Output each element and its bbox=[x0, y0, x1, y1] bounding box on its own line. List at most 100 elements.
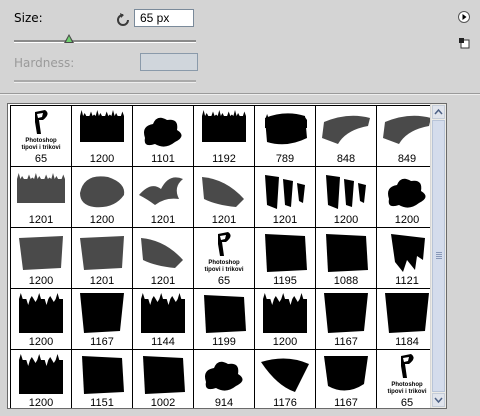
brush-size-label: 1167 bbox=[334, 336, 358, 348]
brush-size-label: 1101 bbox=[151, 153, 175, 165]
brush-size-label: 1184 bbox=[395, 336, 419, 348]
brush-preset[interactable]: 1101 bbox=[132, 105, 194, 167]
brush-preset[interactable]: 1201 bbox=[254, 166, 316, 228]
brush-preset[interactable]: 914 bbox=[193, 349, 255, 409]
brush-preset[interactable]: Photoshop tipovi i trikovi 65 bbox=[10, 105, 72, 167]
brush-size-label: 789 bbox=[275, 153, 295, 165]
brush-size-label: 914 bbox=[214, 397, 234, 409]
brush-preset[interactable]: 1201 bbox=[193, 166, 255, 228]
brush-size-label: 1192 bbox=[212, 153, 236, 165]
brush-size-label: 848 bbox=[336, 153, 356, 165]
brush-preset[interactable]: 848 bbox=[315, 105, 377, 167]
brush-thumbnail bbox=[74, 291, 130, 335]
brush-preset[interactable]: 1200 bbox=[10, 288, 72, 350]
brush-thumbnail bbox=[196, 291, 252, 335]
brush-preset[interactable]: 1167 bbox=[71, 288, 133, 350]
brush-thumbnail bbox=[13, 291, 69, 335]
brush-size-label: 1200 bbox=[333, 214, 359, 226]
scroll-down-button[interactable] bbox=[432, 393, 445, 407]
new-preset-icon[interactable] bbox=[458, 37, 470, 49]
brush-thumbnail bbox=[379, 108, 435, 152]
brush-thumbnail bbox=[379, 230, 435, 274]
brush-size-label: 1201 bbox=[150, 214, 176, 226]
brush-preset[interactable]: 1200 bbox=[376, 166, 438, 228]
brush-preset-picker[interactable]: Photoshop tipovi i trikovi 65 1200 1101 1192 7… bbox=[7, 103, 447, 409]
size-input[interactable]: 65 px bbox=[134, 9, 194, 27]
logo-text: tipovi i trikovi bbox=[204, 267, 244, 273]
brush-thumbnail bbox=[379, 169, 435, 213]
hardness-label: Hardness: bbox=[14, 56, 75, 70]
brush-preset[interactable]: 1192 bbox=[193, 105, 255, 167]
brush-size-label: 1176 bbox=[273, 397, 297, 409]
scrollbar[interactable] bbox=[430, 104, 446, 408]
brush-preset[interactable]: 1002 bbox=[132, 349, 194, 408]
brush-preset[interactable]: 1201 bbox=[10, 166, 72, 228]
brush-preset[interactable]: 1200 bbox=[315, 166, 377, 228]
brush-grid: Photoshop tipovi i trikovi 65 1200 1101 1192 7… bbox=[10, 105, 438, 409]
brush-preset[interactable]: 1200 bbox=[71, 166, 133, 228]
brush-preset[interactable]: 1195 bbox=[254, 227, 316, 289]
photoshop-logo: Photoshop tipovi i trikovi bbox=[13, 108, 69, 152]
brush-preset[interactable]: 1201 bbox=[71, 227, 133, 289]
hardness-input bbox=[140, 53, 198, 71]
brush-preset[interactable]: 789 bbox=[254, 105, 316, 167]
brush-thumbnail bbox=[13, 169, 69, 213]
brush-thumbnail bbox=[135, 352, 191, 396]
brush-thumbnail bbox=[13, 230, 69, 274]
brush-thumbnail bbox=[196, 169, 252, 213]
brush-preset[interactable]: 1167 bbox=[315, 349, 377, 408]
brush-thumbnail bbox=[318, 352, 374, 396]
brush-size-label: 1201 bbox=[28, 214, 54, 226]
brush-preset[interactable]: 1144 bbox=[132, 288, 194, 350]
brush-preset[interactable]: 1200 bbox=[10, 227, 72, 289]
brush-preset[interactable]: 1201 bbox=[132, 227, 194, 289]
brush-preset[interactable]: 1200 bbox=[254, 288, 316, 350]
logo-text: Photoshop bbox=[25, 138, 57, 144]
flyout-menu-icon[interactable] bbox=[458, 11, 470, 23]
brush-size-label: 849 bbox=[397, 153, 417, 165]
brush-size-label: 1200 bbox=[28, 336, 54, 348]
brush-thumbnail bbox=[135, 230, 191, 274]
size-label: Size: bbox=[14, 11, 43, 25]
brush-size-label: 1201 bbox=[272, 214, 298, 226]
brush-thumbnail bbox=[135, 108, 191, 152]
brush-preset[interactable]: 1184 bbox=[376, 288, 438, 350]
brush-preset[interactable]: 1200 bbox=[10, 349, 72, 408]
brush-preset[interactable]: 849 bbox=[376, 105, 438, 167]
logo-text: tipovi i trikovi bbox=[21, 145, 61, 151]
size-slider-thumb[interactable] bbox=[63, 34, 74, 43]
brush-thumbnail bbox=[318, 291, 374, 335]
brush-size-label: 1200 bbox=[394, 214, 420, 226]
brush-thumbnail bbox=[74, 108, 130, 152]
brush-thumbnail bbox=[257, 108, 313, 152]
logo-text: Photoshop bbox=[208, 260, 240, 266]
brush-thumbnail bbox=[257, 352, 313, 396]
brush-preset[interactable]: 1201 bbox=[132, 166, 194, 228]
brush-thumbnail bbox=[318, 108, 374, 152]
brush-thumbnail bbox=[74, 230, 130, 274]
scroll-thumb[interactable] bbox=[432, 120, 445, 392]
brush-preset[interactable]: 1200 bbox=[71, 105, 133, 167]
brush-size-label: 1200 bbox=[272, 336, 298, 348]
brush-preset[interactable]: Photoshop tipovi i trikovi 65 bbox=[376, 349, 438, 408]
divider bbox=[0, 93, 480, 95]
brush-preset[interactable]: 1121 bbox=[376, 227, 438, 289]
brush-preset[interactable]: 1199 bbox=[193, 288, 255, 350]
brush-size-label: 1200 bbox=[89, 153, 115, 165]
brush-preset[interactable]: Photoshop tipovi i trikovi 65 bbox=[193, 227, 255, 289]
brush-thumbnail bbox=[196, 108, 252, 152]
brush-size-label: 1088 bbox=[333, 275, 359, 287]
brush-preset[interactable]: 1176 bbox=[254, 349, 316, 409]
brush-size-label: 1195 bbox=[273, 275, 297, 287]
brush-preset[interactable]: 1151 bbox=[71, 349, 133, 408]
brush-size-label: 1167 bbox=[90, 336, 114, 348]
brush-preset[interactable]: 1088 bbox=[315, 227, 377, 289]
reset-icon[interactable] bbox=[116, 13, 130, 27]
brush-thumbnail bbox=[318, 230, 374, 274]
scroll-up-button[interactable] bbox=[432, 105, 445, 119]
brush-thumbnail bbox=[257, 291, 313, 335]
size-slider-track[interactable] bbox=[14, 40, 196, 43]
brush-size-label: 1201 bbox=[150, 275, 176, 287]
brush-thumbnail bbox=[318, 169, 374, 213]
brush-preset[interactable]: 1167 bbox=[315, 288, 377, 350]
